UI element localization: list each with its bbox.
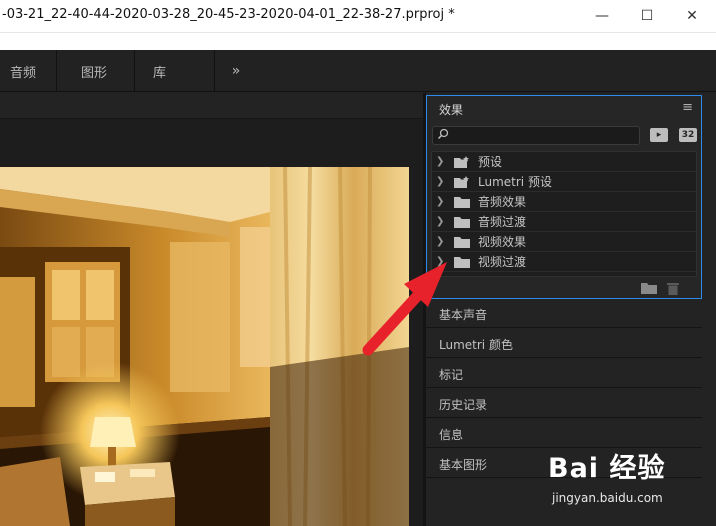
tree-item-video-transitions[interactable]: ❯ 视频过渡 xyxy=(432,252,696,272)
minimize-button[interactable]: — xyxy=(582,0,622,32)
workspace-divider xyxy=(56,50,57,92)
chevron-right-icon[interactable]: ❯ xyxy=(436,236,450,247)
tree-item-label: 预设 xyxy=(478,155,503,169)
workspace-tab-audio[interactable]: 音频 xyxy=(10,50,36,92)
tree-item-label: 视频过渡 xyxy=(478,255,527,269)
workspace-divider xyxy=(214,50,215,92)
close-button[interactable]: ✕ xyxy=(672,0,712,32)
title-bar: -03-21_22-40-44-2020-03-28_20-45-23-2020… xyxy=(0,0,716,32)
effects-search-input[interactable] xyxy=(432,126,640,145)
close-icon: ✕ xyxy=(686,8,698,24)
effects-panel-title[interactable]: 效果 xyxy=(439,101,463,118)
minimize-icon: — xyxy=(595,8,609,24)
folder-icon xyxy=(454,216,470,228)
panel-title: 标记 xyxy=(439,368,464,382)
watermark-logo-text: Bai 经验 xyxy=(548,453,666,484)
workspace-tab-libraries[interactable]: 库 xyxy=(153,50,166,92)
panel-title: Lumetri 颜色 xyxy=(439,338,513,352)
maximize-button[interactable]: ☐ xyxy=(627,0,667,32)
tree-item-label: 视频效果 xyxy=(478,235,527,249)
search-icon xyxy=(437,128,449,140)
chevron-right-icon[interactable]: ❯ xyxy=(436,176,450,187)
effects-tree: ❯ 预设 ❯ Lumetri 预设 ❯ 音频效果 ❯ 音频过渡 ❯ 视频效果 ❯… xyxy=(431,151,697,277)
chevron-right-icon[interactable]: ❯ xyxy=(436,216,450,227)
preset-folder-icon xyxy=(454,155,469,168)
tree-item-lumetri-presets[interactable]: ❯ Lumetri 预设 xyxy=(432,172,696,192)
monitor-header xyxy=(0,93,423,119)
premiere-window: -03-21_22-40-44-2020-03-28_20-45-23-2020… xyxy=(0,0,716,526)
new-folder-icon[interactable] xyxy=(641,282,657,294)
folder-icon xyxy=(454,256,470,268)
workspace-tab-graphics[interactable]: 图形 xyxy=(81,50,107,92)
panel-title: 基本声音 xyxy=(439,308,488,322)
32bit-effects-icon[interactable]: 32 xyxy=(679,128,697,142)
workspace-divider xyxy=(134,50,135,92)
tree-item-audio-effects[interactable]: ❯ 音频效果 xyxy=(432,192,696,212)
chevron-right-icon[interactable]: ❯ xyxy=(436,196,450,207)
program-monitor xyxy=(0,93,423,526)
trash-icon[interactable] xyxy=(667,282,679,295)
window-title: -03-21_22-40-44-2020-03-28_20-45-23-2020… xyxy=(2,7,455,22)
baidu-watermark: Bai 经验 jingyan.baidu.com xyxy=(548,446,713,516)
panel-menu-icon[interactable]: ≡ xyxy=(682,100,693,115)
panel-lumetri-color[interactable]: Lumetri 颜色 xyxy=(426,330,702,358)
tree-item-audio-transitions[interactable]: ❯ 音频过渡 xyxy=(432,212,696,232)
workspace-bar: 音频 图形 库 » xyxy=(0,50,716,92)
panel-essential-sound[interactable]: 基本声音 xyxy=(426,300,702,328)
panel-title: 历史记录 xyxy=(439,398,488,412)
preset-folder-icon xyxy=(454,175,469,188)
chevron-right-icon[interactable]: ❯ xyxy=(436,156,450,167)
effects-panel: 效果 ≡ ▸ 32 ❯ 预设 ❯ Lumetri 预设 ❯ 音频效果 ❯ 音频过… xyxy=(426,95,702,299)
chevron-right-icon[interactable]: ❯ xyxy=(436,256,450,267)
maximize-icon: ☐ xyxy=(640,8,654,24)
panel-info[interactable]: 信息 xyxy=(426,420,702,448)
tree-item-label: 音频过渡 xyxy=(478,215,527,229)
tree-item-video-effects[interactable]: ❯ 视频效果 xyxy=(432,232,696,252)
panel-title: 基本图形 xyxy=(439,458,488,472)
accelerated-effects-icon[interactable]: ▸ xyxy=(650,128,668,142)
bedroom-scene-image xyxy=(0,167,409,526)
tree-item-label: Lumetri 预设 xyxy=(478,175,552,189)
panel-history[interactable]: 历史记录 xyxy=(426,390,702,418)
menu-bar-strip xyxy=(0,32,716,50)
workspace-more-icon[interactable]: » xyxy=(226,50,246,92)
tree-item-presets[interactable]: ❯ 预设 xyxy=(432,152,696,172)
video-frame xyxy=(0,167,409,526)
panel-markers[interactable]: 标记 xyxy=(426,360,702,388)
tree-item-label: 音频效果 xyxy=(478,195,527,209)
folder-icon xyxy=(454,196,470,208)
folder-icon xyxy=(454,236,470,248)
watermark-url: jingyan.baidu.com xyxy=(552,491,663,505)
panel-title: 信息 xyxy=(439,428,464,442)
